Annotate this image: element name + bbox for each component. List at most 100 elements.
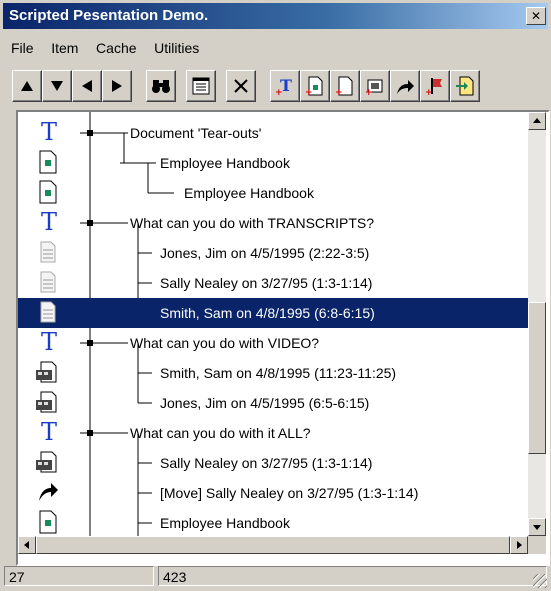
svg-text:T: T [41, 420, 57, 444]
video-icon [35, 390, 61, 417]
tree-item[interactable]: What can you do with VIDEO? [78, 328, 528, 358]
document-icon [38, 510, 58, 537]
vertical-scrollbar[interactable] [528, 112, 546, 536]
tree-item-label: What can you do with TRANSCRIPTS? [130, 215, 375, 231]
menu-cache[interactable]: Cache [89, 37, 143, 59]
scroll-up-icon [533, 118, 541, 123]
tree-item[interactable]: What can you do with it ALL? [78, 418, 528, 448]
move-up-icon [21, 81, 33, 91]
svg-text:T: T [41, 210, 57, 234]
delete-icon [234, 79, 248, 93]
tree-item-label: Employee Handbook [184, 185, 314, 201]
move-down-button[interactable] [42, 70, 72, 102]
text-icon: T [38, 328, 58, 357]
tree-item-label: Jones, Jim on 4/5/1995 (2:22-3:5) [160, 245, 370, 261]
menu-utilities[interactable]: Utilities [147, 37, 206, 59]
svg-text:+: + [335, 88, 343, 96]
insert-video-icon: + [365, 79, 383, 96]
tree-item-label: Smith, Sam on 4/8/1995 (11:23-11:25) [160, 365, 397, 381]
export-button[interactable] [450, 70, 480, 102]
scroll-down-icon [533, 525, 541, 530]
tree-item-icon [18, 268, 78, 298]
app-window: Scripted Pesentation Demo. ✕ File Item C… [0, 0, 551, 591]
tree-item[interactable]: Jones, Jim on 4/5/1995 (2:22-3:5) [78, 238, 528, 268]
tree-item-icon [18, 298, 78, 328]
svg-text:+: + [425, 88, 433, 96]
document-icon [38, 150, 58, 177]
scroll-right-icon [517, 541, 522, 549]
find-button[interactable] [146, 70, 176, 102]
move-left-icon [82, 80, 92, 92]
insert-document-icon: + [305, 76, 323, 96]
tree-item-icon [18, 178, 78, 208]
scroll-corner [528, 536, 546, 554]
tree-item-icon: T [18, 118, 78, 148]
delete-button[interactable] [226, 70, 256, 102]
vertical-scroll-thumb[interactable] [528, 302, 546, 454]
insert-video-button[interactable]: + [360, 70, 390, 102]
new-page-icon: + [335, 76, 353, 96]
resize-grip[interactable] [533, 574, 547, 588]
tree-item-icon [18, 358, 78, 388]
status-position: 423 [158, 566, 547, 586]
title-bar[interactable]: Scripted Pesentation Demo. ✕ [3, 3, 548, 29]
tree-item-label: Document 'Tear-outs' [130, 125, 262, 141]
properties-button[interactable] [186, 70, 216, 102]
move-arrow-icon [37, 481, 59, 506]
scroll-left-button[interactable] [18, 536, 36, 554]
presentation-tree-view[interactable]: T T T T Document 'Tear-outs' Employee Handbo… [16, 110, 550, 566]
tree-item-label: Smith, Sam on 4/8/1995 (6:8-6:15) [160, 305, 375, 321]
tree-item-label: Employee Handbook [160, 515, 290, 531]
status-count: 27 [4, 566, 154, 586]
move-right-button[interactable] [102, 70, 132, 102]
document-icon [38, 180, 58, 207]
tree-item[interactable]: Sally Nealey on 3/27/95 (1:3-1:14) [78, 448, 528, 478]
new-page-button[interactable]: + [330, 70, 360, 102]
menu-item[interactable]: Item [44, 37, 85, 59]
close-button[interactable]: ✕ [526, 7, 546, 25]
move-arrow-button[interactable] [390, 70, 420, 102]
tree-item-label: Employee Handbook [160, 155, 290, 171]
scroll-up-button[interactable] [528, 112, 546, 130]
tree-item-icon [18, 238, 78, 268]
text-icon: T [38, 118, 58, 147]
tree-item[interactable]: Smith, Sam on 4/8/1995 (6:8-6:15) [78, 298, 528, 328]
insert-flag-button[interactable]: + [420, 70, 450, 102]
menu-file[interactable]: File [4, 37, 41, 59]
svg-text:T: T [41, 330, 57, 354]
tree-item[interactable]: Smith, Sam on 4/8/1995 (11:23-11:25) [78, 358, 528, 388]
move-arrow-icon [397, 80, 414, 94]
video-icon [35, 360, 61, 387]
scroll-right-button[interactable] [510, 536, 528, 554]
tree-item-label: What can you do with it ALL? [130, 425, 311, 441]
horizontal-scroll-thumb[interactable] [36, 536, 510, 554]
video-icon [35, 450, 61, 477]
move-left-button[interactable] [72, 70, 102, 102]
move-down-icon [51, 81, 63, 91]
svg-text:T: T [41, 120, 57, 144]
move-up-button[interactable] [12, 70, 42, 102]
scroll-down-button[interactable] [528, 518, 546, 536]
svg-text:+: + [275, 88, 283, 96]
tree-item[interactable]: Document 'Tear-outs' [78, 118, 528, 148]
tree-item-label: What can you do with VIDEO? [130, 335, 320, 351]
tree-item-icon [18, 148, 78, 178]
tree-item-icon [18, 478, 78, 508]
tree-item[interactable]: Employee Handbook [78, 148, 528, 178]
tree-item[interactable]: Employee Handbook [78, 178, 528, 208]
horizontal-scrollbar[interactable] [18, 536, 528, 554]
tree-item[interactable]: Sally Nealey on 3/27/95 (1:3-1:14) [78, 268, 528, 298]
svg-text:+: + [365, 88, 373, 96]
transcript-icon [38, 270, 58, 297]
tree-item[interactable]: Jones, Jim on 4/5/1995 (6:5-6:15) [78, 388, 528, 418]
transcript-icon [38, 240, 58, 267]
tree-item[interactable]: [Move] Sally Nealey on 3/27/95 (1:3-1:14… [78, 478, 528, 508]
properties-icon [192, 77, 210, 95]
svg-text:+: + [305, 88, 313, 96]
insert-document-button[interactable]: + [300, 70, 330, 102]
tree-item[interactable]: What can you do with TRANSCRIPTS? [78, 208, 528, 238]
tree-item-icon [18, 448, 78, 478]
scroll-left-icon [24, 541, 29, 549]
tree-item[interactable]: Employee Handbook [78, 508, 528, 536]
insert-text-button[interactable]: T + [270, 70, 300, 102]
